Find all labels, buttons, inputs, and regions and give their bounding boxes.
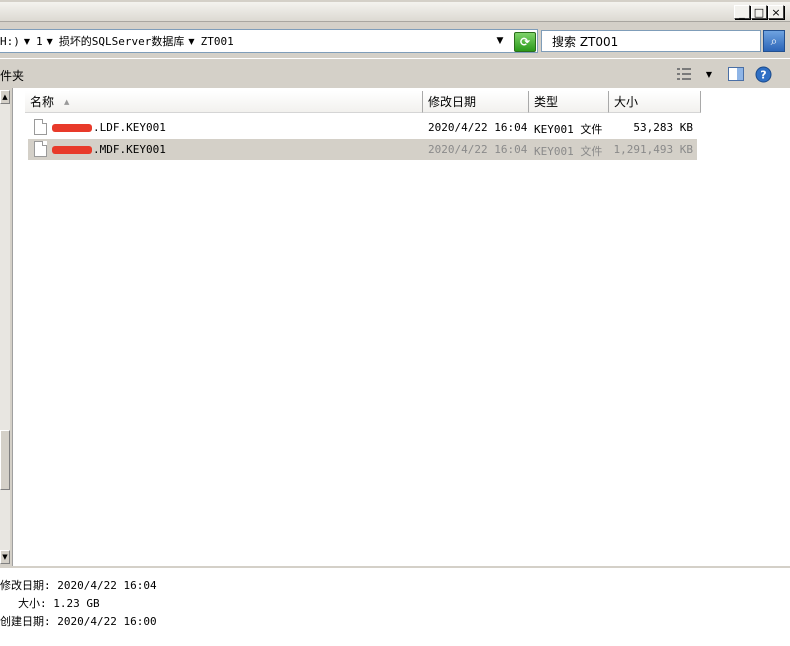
column-label-modified: 修改日期	[428, 95, 477, 109]
title-strip	[0, 2, 790, 22]
detail-modified-value: 2020/4/22 16:04	[57, 579, 157, 592]
detail-modified-label: 修改日期:	[0, 579, 51, 592]
column-label-type: 类型	[534, 95, 559, 109]
minimize-icon: _	[739, 5, 745, 19]
column-label-name: 名称	[30, 95, 55, 109]
crumb-folder-1[interactable]: 1	[36, 35, 43, 48]
column-label-size: 大小	[614, 95, 639, 109]
crumb-folder-zt001[interactable]: ZT001	[201, 35, 234, 48]
views-icon[interactable]	[676, 66, 692, 82]
scrollbar-thumb[interactable]	[0, 430, 10, 490]
minimize-button[interactable]: _	[734, 5, 750, 19]
file-modified: 2020/4/22 16:04	[428, 121, 528, 134]
file-name: .LDF.KEY001	[52, 121, 166, 134]
dropdown-arrow-icon: ▼	[496, 36, 504, 46]
file-icon	[34, 141, 47, 157]
file-icon	[34, 119, 47, 135]
file-row[interactable]: .LDF.KEY001 2020/4/22 16:04 KEY001 文件 53…	[28, 117, 697, 138]
refresh-button[interactable]: ⟳	[514, 32, 536, 52]
arrow-down-icon: ▼	[2, 553, 8, 561]
search-input[interactable]: 搜索 ZT001	[541, 30, 761, 52]
maximize-button[interactable]: □	[751, 5, 767, 19]
sort-ascending-icon: ▲	[64, 97, 70, 106]
column-headers: 名称 ▲ 修改日期 类型 大小	[13, 91, 789, 113]
toolbar: 件夹 ▼ ?	[0, 58, 790, 88]
detail-modified: 修改日期: 2020/4/22 16:04	[0, 577, 157, 593]
file-modified: 2020/4/22 16:04	[428, 143, 528, 156]
navigation-pane: ▲ ▼	[0, 88, 12, 566]
scroll-up-button[interactable]: ▲	[0, 90, 10, 104]
chevron-down-icon[interactable]: ▼	[24, 37, 30, 46]
search-button[interactable]: ⌕	[763, 30, 785, 52]
detail-created-value: 2020/4/22 16:00	[57, 615, 157, 628]
scroll-down-button[interactable]: ▼	[0, 550, 10, 564]
arrow-up-icon: ▲	[2, 93, 8, 101]
file-row-selected[interactable]: .MDF.KEY001 2020/4/22 16:04 KEY001 文件 1,…	[28, 139, 697, 160]
column-header-size[interactable]: 大小	[609, 91, 701, 113]
column-header-name[interactable]: 名称 ▲	[25, 91, 423, 113]
redaction-mark	[52, 146, 92, 154]
preview-pane-icon[interactable]	[727, 66, 744, 82]
svg-text:?: ?	[760, 68, 766, 81]
close-icon: ×	[771, 5, 781, 19]
detail-size-value: 1.23 GB	[53, 597, 100, 610]
file-list: 名称 ▲ 修改日期 类型 大小 .LDF.KEY001 2020/4/22 16…	[12, 88, 790, 566]
close-button[interactable]: ×	[768, 5, 784, 19]
column-header-modified[interactable]: 修改日期	[423, 91, 529, 113]
file-size: 1,291,493 KB	[613, 143, 693, 156]
search-icon: ⌕	[770, 33, 778, 48]
detail-created: 创建日期: 2020/4/22 16:00	[0, 613, 157, 629]
refresh-icon: ⟳	[519, 35, 531, 49]
detail-size-label: 大小:	[18, 597, 47, 610]
file-name: .MDF.KEY001	[52, 143, 166, 156]
chevron-down-icon[interactable]: ▼	[188, 37, 194, 46]
search-placeholder: 搜索 ZT001	[552, 34, 619, 49]
file-type: KEY001 文件	[534, 145, 603, 158]
help-icon[interactable]: ?	[754, 66, 772, 82]
crumb-drive[interactable]: H:)	[0, 35, 20, 48]
views-dropdown-icon[interactable]: ▼	[703, 66, 715, 82]
address-bar[interactable]: H:) ▼ 1 ▼ 损坏的SQLServer数据库 ▼ ZT001 ▼ ⟳	[0, 29, 538, 53]
column-header-type[interactable]: 类型	[529, 91, 609, 113]
crumb-folder-db[interactable]: 损坏的SQLServer数据库	[59, 33, 185, 49]
details-pane: 修改日期: 2020/4/22 16:04 大小: 1.23 GB 创建日期: …	[0, 566, 790, 646]
address-dropdown-button[interactable]: ▼	[490, 30, 510, 52]
detail-created-label: 创建日期:	[0, 615, 51, 628]
address-row: H:) ▼ 1 ▼ 损坏的SQLServer数据库 ▼ ZT001 ▼ ⟳ 搜索…	[0, 24, 790, 58]
maximize-icon: □	[753, 5, 765, 19]
file-type: KEY001 文件	[534, 123, 603, 136]
file-size: 53,283 KB	[633, 121, 693, 134]
redaction-mark	[52, 124, 92, 132]
new-folder-button[interactable]: 件夹	[0, 67, 24, 84]
title-bar: _ □ ×	[0, 0, 790, 24]
detail-size: 大小: 1.23 GB	[18, 595, 100, 611]
chevron-down-icon[interactable]: ▼	[47, 37, 53, 46]
